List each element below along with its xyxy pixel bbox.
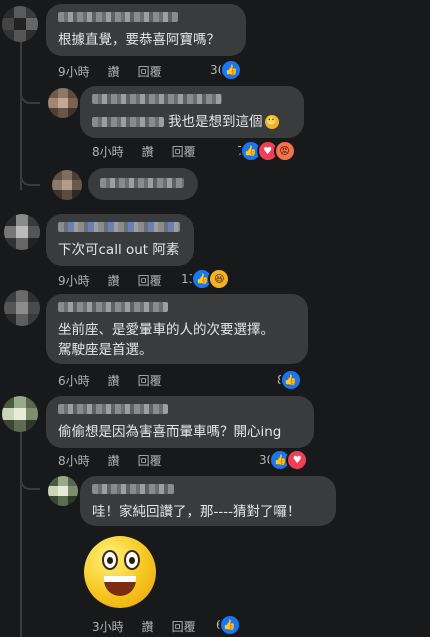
reaction-summary[interactable]: 30 👍 ♥ <box>259 449 309 471</box>
comment-bubble: 偷偷想是因為害喜而暈車嗎？開心ing <box>46 396 314 448</box>
reply-action[interactable]: 回覆 <box>172 620 196 634</box>
like-action[interactable]: 讚 <box>142 145 154 159</box>
commenter-name-blurred[interactable] <box>92 484 174 494</box>
timestamp[interactable]: 9小時 <box>58 274 90 288</box>
avatar[interactable] <box>52 170 82 200</box>
reaction-summary[interactable]: 6 👍 <box>216 614 241 636</box>
like-action[interactable]: 讚 <box>108 454 120 468</box>
avatar[interactable] <box>2 396 38 432</box>
avatar[interactable] <box>2 6 38 42</box>
timestamp[interactable]: 8小時 <box>58 454 90 468</box>
comment-actions: 3小時 讚 回覆 <box>92 618 214 635</box>
grimacing-emoji: 😬 <box>264 115 279 129</box>
comment-actions: 8小時 讚 回覆 <box>92 143 214 160</box>
comment-text: 哇！家純回讚了，那----猜對了囉！ <box>92 504 301 520</box>
thread-connector <box>20 474 40 490</box>
like-action[interactable]: 讚 <box>108 374 120 388</box>
like-action[interactable]: 讚 <box>142 620 154 634</box>
reply-action[interactable]: 回覆 <box>138 65 162 79</box>
comment-actions: 9小時 讚 回覆 <box>58 63 180 80</box>
timestamp[interactable]: 9小時 <box>58 65 90 79</box>
comment-actions: 8小時 讚 回覆 <box>58 452 180 469</box>
thread-connector <box>20 170 40 186</box>
heart-icon: ♥ <box>286 449 309 471</box>
avatar[interactable] <box>4 214 40 250</box>
comment-bubble: 我也是想到這個 😬 <box>80 86 304 138</box>
thumbs-up-icon: 👍 <box>279 369 302 391</box>
thread-line <box>20 430 22 637</box>
comment-bubble: 哇！家純回讚了，那----猜對了囉！ <box>80 476 336 526</box>
like-action[interactable]: 讚 <box>108 65 120 79</box>
reaction-summary[interactable]: 7 👍 ♥ 😡 <box>237 140 296 162</box>
timestamp[interactable]: 8小時 <box>92 145 124 159</box>
commenter-name-blurred[interactable] <box>58 302 168 312</box>
like-action[interactable]: 讚 <box>108 274 120 288</box>
reply-action[interactable]: 回覆 <box>138 274 162 288</box>
comment-bubble: 坐前座、是愛暈車的人的次要選擇。 駕駛座是首選。 <box>46 294 308 364</box>
comment-bubble: 根據直覺，要恭喜阿寶嗎？ <box>46 4 246 56</box>
commenter-name-blurred[interactable] <box>58 404 168 414</box>
thread-line <box>20 40 22 190</box>
collapsed-reply-bubble[interactable] <box>88 168 198 200</box>
thumbs-up-icon: 👍 <box>220 59 243 81</box>
comment-actions: 6小時 讚 回覆 <box>58 372 180 389</box>
reaction-summary[interactable]: 8 👍 <box>277 369 302 391</box>
reaction-summary[interactable]: 36 👍 <box>210 59 243 81</box>
comment-text: 根據直覺，要恭喜阿寶嗎？ <box>58 32 220 48</box>
comment-text-line: 坐前座、是愛暈車的人的次要選擇。 <box>58 322 274 338</box>
avatar[interactable] <box>4 290 40 326</box>
commenter-name-blurred[interactable] <box>100 178 184 188</box>
angry-face-icon: 😡 <box>273 140 296 162</box>
commenter-name-blurred[interactable] <box>92 94 222 104</box>
tagged-name-blurred[interactable] <box>92 117 164 127</box>
comment-text: 我也是想到這個 <box>168 114 263 130</box>
timestamp[interactable]: 6小時 <box>58 374 90 388</box>
avatar[interactable] <box>48 88 78 118</box>
reply-action[interactable]: 回覆 <box>172 145 196 159</box>
reaction-summary[interactable]: 13 👍 😆 <box>181 268 231 290</box>
reply-action[interactable]: 回覆 <box>138 454 162 468</box>
timestamp[interactable]: 3小時 <box>92 620 124 634</box>
comment-actions: 9小時 讚 回覆 <box>58 272 180 289</box>
grinning-face-sticker <box>84 536 156 608</box>
laughing-face-icon: 😆 <box>208 268 231 290</box>
comment-text: 偷偷想是因為害喜而暈車嗎？開心ing <box>58 424 282 440</box>
comment-text: 下次可call out 阿素 <box>58 242 180 258</box>
reply-action[interactable]: 回覆 <box>138 374 162 388</box>
commenter-name-blurred[interactable] <box>58 222 180 232</box>
thread-connector <box>20 88 40 104</box>
comment-text-line: 駕駛座是首選。 <box>58 342 153 358</box>
avatar[interactable] <box>48 476 78 506</box>
comment-bubble: 下次可call out 阿素 <box>46 214 194 266</box>
thumbs-up-icon: 👍 <box>218 614 241 636</box>
commenter-name-blurred[interactable] <box>58 12 178 22</box>
